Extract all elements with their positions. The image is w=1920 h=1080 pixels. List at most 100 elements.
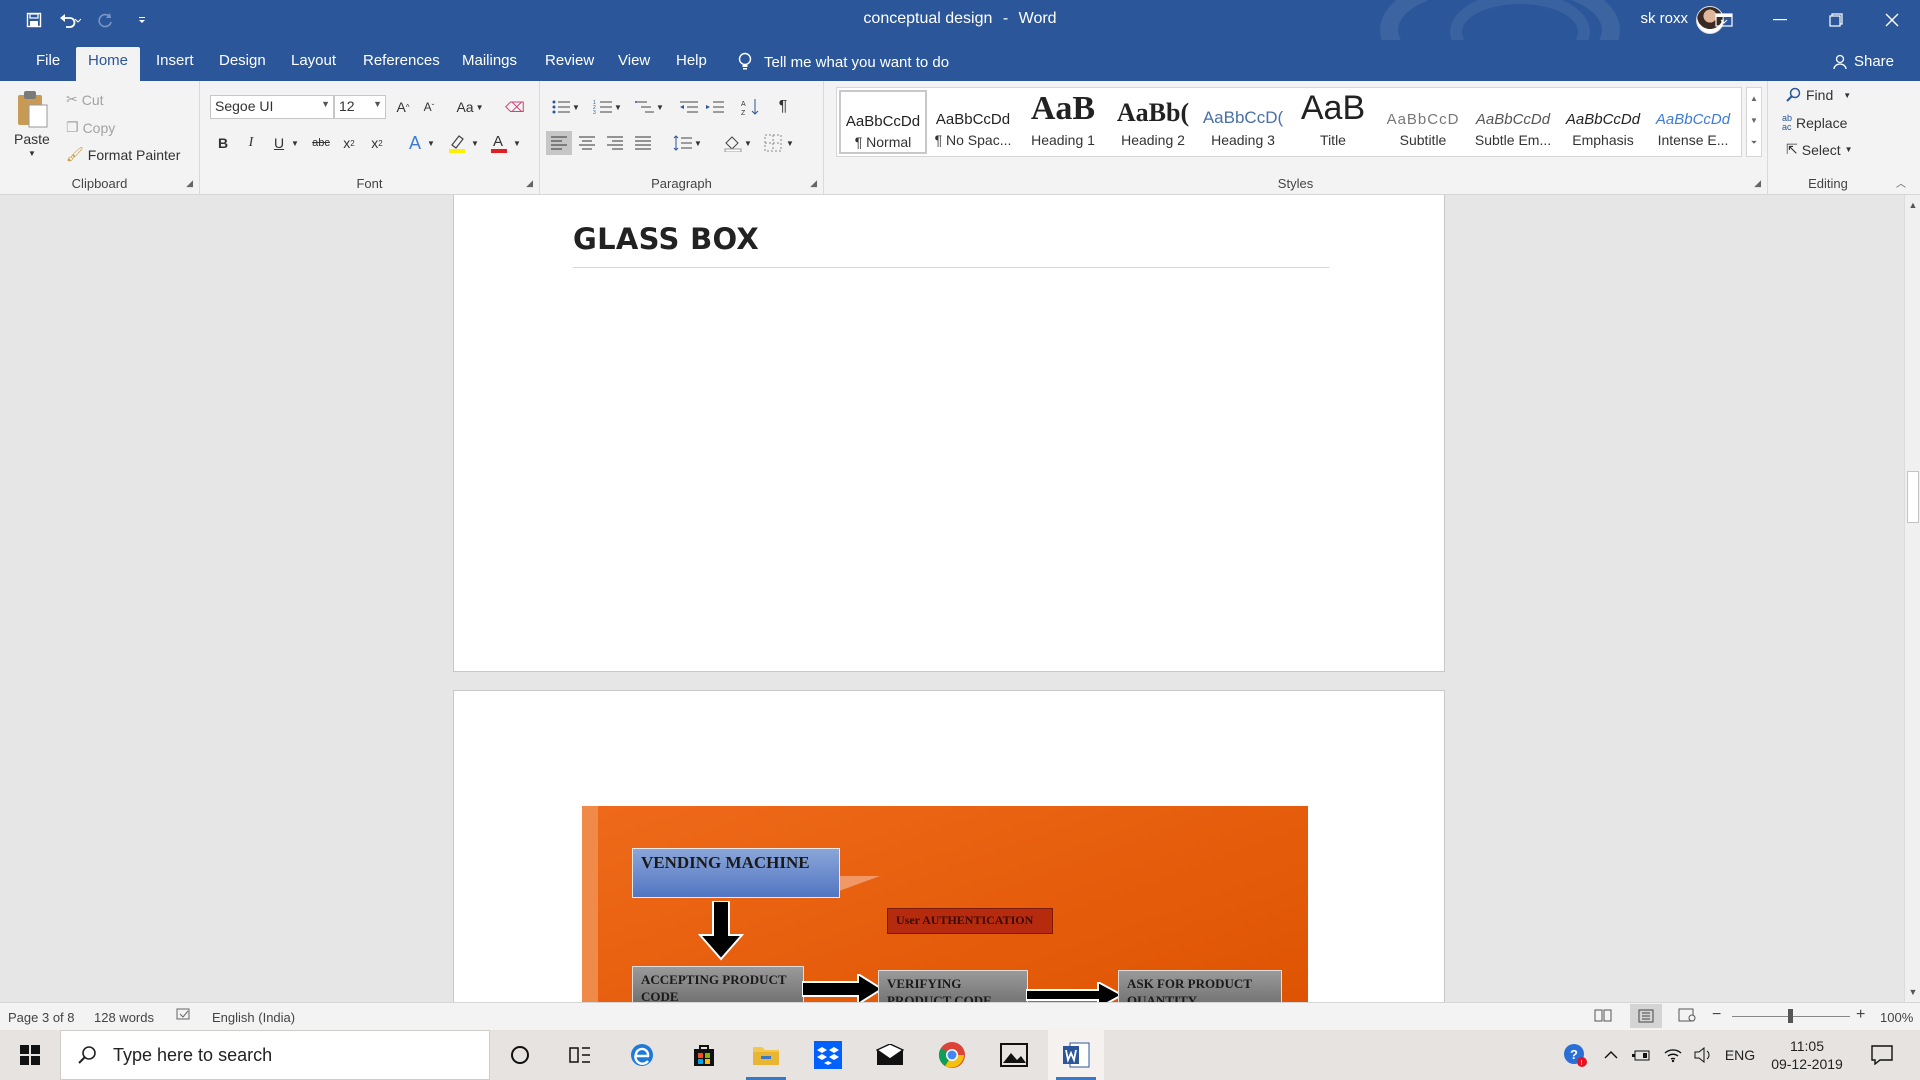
style-subtitle[interactable]: AaBbCcD Subtitle [1379, 90, 1467, 154]
paste-dropdown-icon[interactable]: ▼ [28, 149, 36, 158]
multilevel-dropdown-icon[interactable]: ▼ [654, 95, 666, 119]
zoom-slider-thumb[interactable] [1788, 1009, 1793, 1023]
grow-font-icon[interactable]: A ^ [390, 95, 416, 119]
font-size-dropdown[interactable]: 12 ▼ [334, 95, 386, 119]
align-right-icon[interactable] [602, 131, 628, 155]
highlight-icon[interactable] [444, 131, 470, 155]
cut-button[interactable]: ✂ Cut [66, 91, 104, 108]
align-left-icon[interactable] [546, 131, 572, 155]
bullets-dropdown-icon[interactable]: ▼ [570, 95, 582, 119]
save-icon[interactable] [20, 8, 48, 32]
style-heading-2[interactable]: AaBb( Heading 2 [1109, 90, 1197, 154]
style-normal[interactable]: AaBbCcDd ¶ Normal [839, 90, 927, 154]
justify-icon[interactable] [630, 131, 656, 155]
style-subtle-emphasis[interactable]: AaBbCcDd Subtle Em... [1469, 90, 1557, 154]
underline-dropdown-icon[interactable]: ▼ [288, 131, 302, 155]
replace-button[interactable]: ab ac Replace [1782, 114, 1847, 132]
document-page[interactable]: GLASS BOX [453, 195, 1445, 672]
styles-gallery-scroll[interactable]: ▲ ▼ ⏷ [1746, 87, 1762, 157]
zoom-out-icon[interactable]: − [1712, 1006, 1721, 1024]
bold-button[interactable]: B [210, 131, 236, 155]
strikethrough-button[interactable]: abc [308, 131, 334, 155]
style-emphasis[interactable]: AaBbCcDd Emphasis [1559, 90, 1647, 154]
mail-icon[interactable] [862, 1030, 918, 1080]
style-heading-1[interactable]: AaB Heading 1 [1019, 90, 1107, 154]
redo-icon[interactable] [92, 8, 120, 32]
superscript-icon[interactable]: x2 [364, 131, 390, 155]
increase-indent-icon[interactable] [702, 95, 728, 119]
undo-icon[interactable] [56, 8, 84, 32]
cortana-icon[interactable] [492, 1030, 548, 1080]
dropbox-icon[interactable] [800, 1030, 856, 1080]
change-case-button[interactable]: Aa ▼ [452, 95, 488, 119]
borders-dropdown-icon[interactable]: ▼ [784, 131, 796, 155]
select-button[interactable]: ⇱ Select ▼ [1786, 141, 1853, 158]
subscript-icon[interactable]: x2 [336, 131, 362, 155]
language-indicator[interactable]: English (India) [212, 1010, 295, 1025]
font-color-icon[interactable]: A [486, 131, 512, 155]
tab-layout[interactable]: Layout [279, 47, 348, 81]
chrome-icon[interactable] [924, 1030, 980, 1080]
tab-references[interactable]: References [351, 47, 452, 81]
windows-start-icon[interactable] [0, 1030, 60, 1080]
dialog-launcher-icon[interactable]: ◢ [186, 178, 193, 189]
vertical-scrollbar[interactable]: ▲ ▼ [1904, 195, 1920, 1002]
tab-review[interactable]: Review [533, 47, 606, 81]
input-language[interactable]: ENG [1720, 1030, 1760, 1080]
line-spacing-dropdown-icon[interactable]: ▼ [692, 131, 704, 155]
document-page[interactable]: VENDING MACHINE User AUTHENTICATION ACCE… [453, 690, 1445, 1002]
find-button[interactable]: Find ▼ [1786, 87, 1851, 103]
ask-product-quantity-box[interactable]: ASK FOR PRODUCT QUANTITY [1118, 970, 1282, 1002]
text-effects-dropdown-icon[interactable]: ▼ [424, 131, 438, 155]
flow-diagram[interactable]: VENDING MACHINE User AUTHENTICATION ACCE… [582, 806, 1308, 1002]
dialog-launcher-icon[interactable]: ◢ [810, 178, 817, 189]
align-center-icon[interactable] [574, 131, 600, 155]
tab-view[interactable]: View [606, 47, 662, 81]
highlight-dropdown-icon[interactable]: ▼ [468, 131, 482, 155]
word-icon[interactable] [1048, 1030, 1104, 1080]
tab-help[interactable]: Help [664, 47, 719, 81]
show-marks-icon[interactable]: ¶ [770, 95, 796, 119]
scrollbar-thumb[interactable] [1907, 471, 1919, 523]
store-icon[interactable] [676, 1030, 732, 1080]
borders-icon[interactable] [760, 131, 786, 155]
style-title[interactable]: AaB Title [1289, 90, 1377, 154]
style-intense-emphasis[interactable]: AaBbCcDd Intense E... [1649, 90, 1737, 154]
vending-machine-box[interactable]: VENDING MACHINE [632, 848, 840, 898]
shading-dropdown-icon[interactable]: ▼ [742, 131, 754, 155]
close-icon[interactable] [1864, 0, 1920, 40]
format-painter-button[interactable]: 🖌 Format Painter [66, 146, 180, 163]
show-hidden-icons-icon[interactable] [1598, 1030, 1624, 1080]
customize-toolbar-icon[interactable] [128, 8, 156, 32]
paste-button[interactable]: Paste ▼ [14, 89, 50, 158]
shrink-font-icon[interactable]: Aˇ [416, 95, 442, 119]
document-heading[interactable]: GLASS BOX [573, 222, 759, 256]
dialog-launcher-icon[interactable]: ◢ [526, 178, 533, 189]
user-name[interactable]: sk roxx [1640, 10, 1688, 27]
action-center-icon[interactable] [1862, 1030, 1902, 1080]
font-name-dropdown[interactable]: Segoe UI ▼ [210, 95, 334, 119]
volume-icon[interactable] [1690, 1030, 1716, 1080]
edge-browser-icon[interactable] [614, 1030, 670, 1080]
restore-icon[interactable] [1808, 0, 1864, 40]
numbering-dropdown-icon[interactable]: ▼ [612, 95, 624, 119]
style-heading-3[interactable]: AaBbCcD( Heading 3 [1199, 90, 1287, 154]
tab-mailings[interactable]: Mailings [450, 47, 529, 81]
tab-insert[interactable]: Insert [144, 47, 206, 81]
page-count[interactable]: Page 3 of 8 [8, 1010, 75, 1025]
tab-file[interactable]: File [24, 47, 72, 81]
document-area[interactable]: GLASS BOX VENDING MACHINE User AUTHENTIC… [0, 195, 1904, 1002]
scroll-up-icon[interactable]: ▲ [1905, 197, 1920, 213]
dialog-launcher-icon[interactable]: ◢ [1754, 178, 1761, 189]
help-notification-icon[interactable]: ?! [1560, 1030, 1590, 1080]
chevron-up-icon[interactable]: ▲ [1747, 88, 1761, 110]
zoom-level[interactable]: 100% [1880, 1010, 1913, 1025]
collapse-ribbon-icon[interactable]: ︿ [1896, 175, 1906, 190]
copy-button[interactable]: ❐ Copy [66, 119, 115, 136]
web-layout-icon[interactable] [1678, 1008, 1696, 1025]
tab-home[interactable]: Home [76, 47, 141, 81]
read-mode-icon[interactable] [1594, 1008, 1612, 1025]
file-explorer-icon[interactable] [738, 1030, 794, 1080]
ribbon-display-options-icon[interactable] [1696, 0, 1752, 40]
tab-design[interactable]: Design [207, 47, 278, 81]
